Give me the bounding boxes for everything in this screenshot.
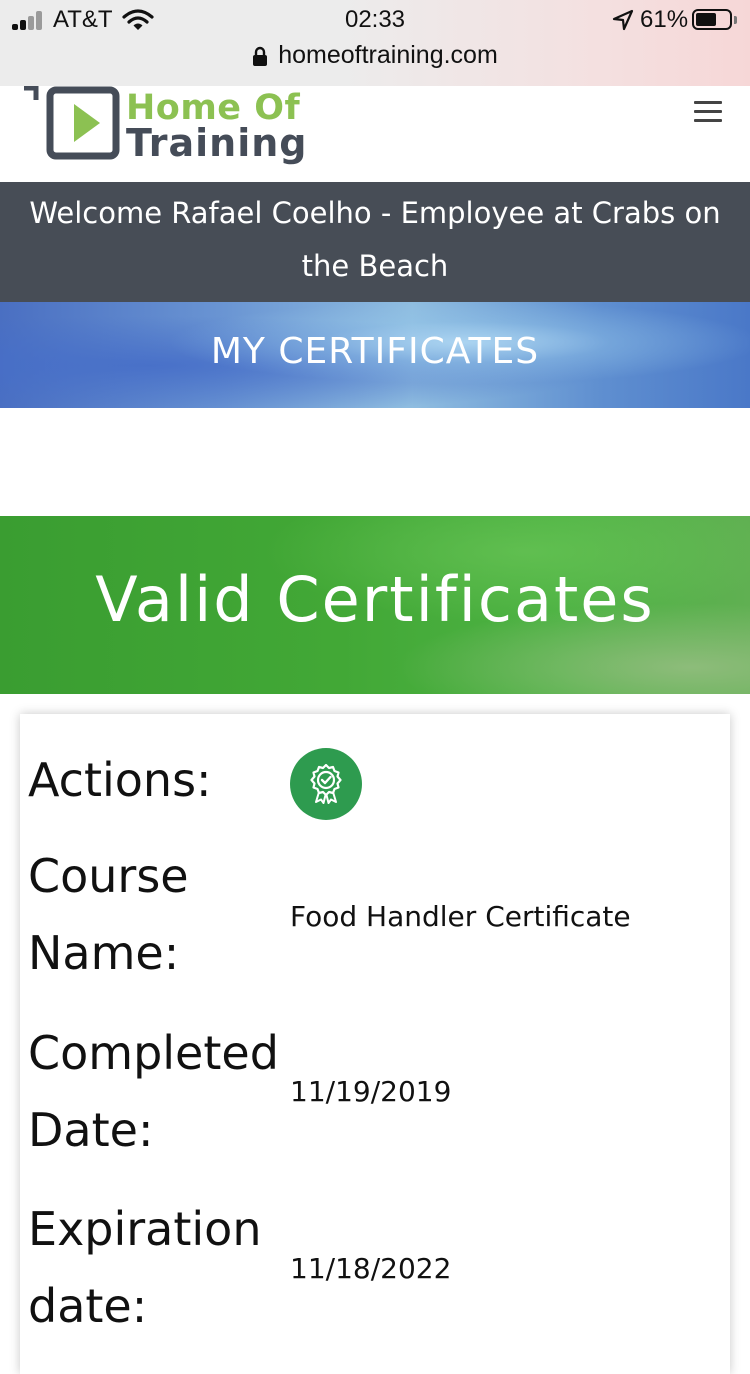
view-certificate-button[interactable] [290,748,362,820]
lock-icon [253,46,268,66]
course-name-value: Food Handler Certificate [290,900,631,933]
certificate-card: Actions: Course Name: Food Handler Certi… [20,714,730,1374]
site-header: Home Of Training [0,86,750,182]
my-certificates-title: MY CERTIFICATES [0,302,750,408]
status-bar: AT&T 02:33 61% [0,0,750,40]
battery-tip [734,16,737,24]
play-screen-logo-icon [24,86,120,160]
browser-top-bar: AT&T 02:33 61% homeoftraining.com [0,0,750,87]
menu-hamburger-icon[interactable] [694,101,722,123]
certificate-award-icon [310,764,342,804]
address-bar[interactable]: homeoftraining.com [0,40,750,74]
actions-label: Actions: [28,753,212,807]
location-arrow-icon [612,9,634,31]
expiration-date-value: 11/18/2022 [290,1252,452,1285]
logo-text-training: Training [126,121,308,165]
completed-date-label: Completed Date: [28,1026,279,1157]
battery-level-fill [696,13,716,26]
completed-date-value: 11/19/2019 [290,1075,452,1108]
status-clock: 02:33 [344,6,406,33]
expiration-date-label: Expiration date: [28,1202,262,1333]
battery-icon [692,9,732,30]
course-name-label: Course Name: [28,849,189,980]
home-of-training-logo[interactable]: Home Of Training [22,86,312,166]
address-url: homeoftraining.com [278,41,498,69]
valid-certificates-heading: Valid Certificates [0,516,750,694]
battery-percentage: 61% [640,6,689,33]
welcome-message: Welcome Rafael Coelho - Employee at Crab… [0,182,750,302]
